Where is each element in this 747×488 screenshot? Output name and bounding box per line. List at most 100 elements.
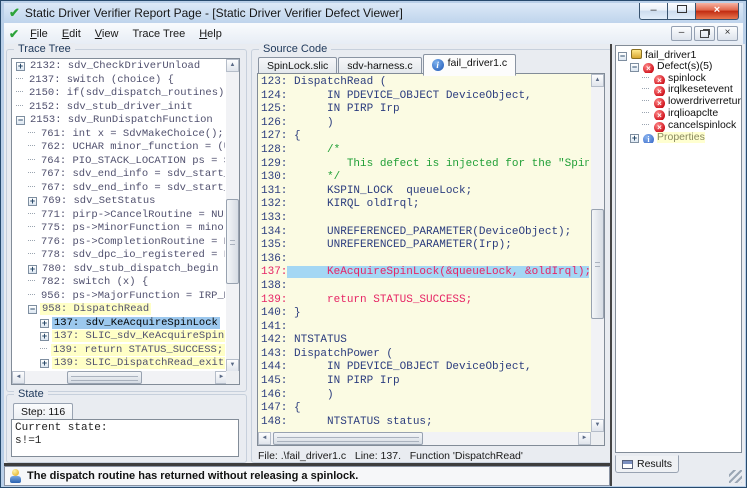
trace-tree-item[interactable]: +137: sdv_KeAcquireSpinLock (13, 316, 225, 331)
code-line: 135: UNREFERENCED_PARAMETER(Irp); (261, 239, 589, 253)
trace-tree-item[interactable]: +780: sdv_stub_dispatch_begin (13, 263, 225, 277)
tree-connector-icon (642, 111, 649, 113)
trace-vertical-scrollbar[interactable]: ▲ ▼ (226, 59, 239, 372)
trace-tree-item-label: 137: sdv_KeAcquireSpinLock (52, 316, 220, 329)
tree-connector-icon (28, 212, 35, 214)
expand-icon[interactable]: + (40, 359, 49, 368)
trace-tree-item[interactable]: +769: sdv_SetStatus (13, 195, 225, 209)
trace-tree-item[interactable]: 762: UCHAR minor_function = (U (13, 141, 225, 155)
trace-tree-item[interactable]: 2150: if(sdv_dispatch_routines) (13, 87, 225, 101)
code-line: 138: (261, 280, 589, 294)
results-icon (622, 459, 633, 469)
trace-tree-item[interactable]: 776: ps->CompletionRoutine = N (13, 236, 225, 250)
menu-file[interactable]: File (23, 25, 55, 43)
results-tab[interactable]: Results (615, 455, 680, 473)
trace-tree-item[interactable]: 761: int x = SdvMakeChoice(); (13, 128, 225, 142)
expand-icon[interactable]: + (630, 133, 639, 143)
trace-tree-item[interactable]: +137: SLIC_sdv_KeAcquireSpinL (13, 330, 225, 344)
menu-view[interactable]: View (88, 25, 126, 43)
trace-tree-item[interactable]: 2152: sdv_stub_driver_init (13, 101, 225, 115)
expand-icon[interactable]: + (28, 264, 37, 274)
tree-connector-icon (28, 226, 35, 227)
scroll-left-icon[interactable]: ◄ (12, 371, 25, 384)
mdi-close-button[interactable]: × (717, 26, 738, 41)
step-tab[interactable]: Step: 116 (13, 403, 74, 420)
defect-icon: × (654, 74, 665, 85)
scroll-right-icon[interactable]: ► (578, 432, 591, 445)
app-icon: ✔ (9, 5, 20, 20)
scrollbar-thumb[interactable] (273, 432, 423, 445)
scrollbar-thumb[interactable] (67, 371, 142, 384)
status-bar: The dispatch routine has returned withou… (4, 466, 610, 486)
close-button[interactable]: × (695, 3, 739, 20)
defect-tree-item[interactable]: − × Defect(s)(5) (616, 61, 741, 73)
expand-icon[interactable]: + (40, 332, 49, 341)
defect-item-label: Defect(s)(5) (657, 60, 713, 72)
scroll-up-icon[interactable]: ▲ (226, 59, 239, 72)
trace-tree-item[interactable]: 767: sdv_end_info = sdv_start_ (13, 182, 225, 196)
trace-tree-item[interactable]: 771: pirp->CancelRoutine = NUL (13, 209, 225, 223)
collapse-icon[interactable]: − (630, 62, 639, 72)
defect-tree-item[interactable]: × irqlkesetevent (616, 84, 741, 97)
menu-trace-tree[interactable]: Trace Tree (125, 25, 192, 43)
tree-connector-icon (16, 104, 23, 106)
window-controls: – × (639, 3, 739, 20)
code-horizontal-scrollbar[interactable]: ◄ ► (258, 432, 591, 445)
mdi-restore-button[interactable] (694, 26, 715, 41)
defect-tree-item[interactable]: − fail_driver1 (616, 49, 741, 61)
menu-edit[interactable]: Edit (55, 25, 88, 43)
scrollbar-thumb[interactable] (591, 209, 604, 319)
menu-bar: ✔ File Edit View Trace Tree Help – × (4, 23, 743, 45)
tab-label: SpinLock.slic (267, 60, 329, 72)
defect-tree-item[interactable]: + i Properties (616, 131, 741, 144)
trace-tree-item[interactable]: −2153: sdv_RunDispatchFunction (13, 114, 225, 128)
defect-tree-item[interactable]: × cancelspinlock (616, 120, 741, 132)
trace-tree-item[interactable]: 764: PIO_STACK_LOCATION ps = S (13, 155, 225, 169)
trace-tree-item[interactable]: 778: sdv_dpc_io_registered = F (13, 249, 225, 263)
scroll-left-icon[interactable]: ◄ (258, 432, 271, 445)
code-vertical-scrollbar[interactable]: ▲ ▼ (591, 74, 604, 432)
defect-tree-item[interactable]: × spinlock (616, 73, 741, 85)
trace-tree-item[interactable]: −958: DispatchRead (13, 303, 225, 317)
trace-tree-item[interactable]: +2132: sdv_CheckDriverUnload (13, 60, 225, 74)
code-line: 127: { (261, 130, 589, 144)
code-line: 134: UNREFERENCED_PARAMETER(DeviceObject… (261, 226, 589, 240)
expand-icon[interactable]: + (28, 197, 37, 206)
menu-help[interactable]: Help (192, 25, 229, 43)
title-bar[interactable]: ✔ Static Driver Verifier Report Page - [… (4, 3, 743, 23)
state-line: Current state: (15, 422, 108, 434)
defect-item-label: Properties (657, 131, 705, 143)
expand-icon[interactable]: + (16, 62, 25, 71)
trace-tree-item[interactable]: 2137: switch (choice) { (13, 74, 225, 88)
trace-tree-item[interactable]: 767: sdv_end_info = sdv_start_ (13, 168, 225, 182)
scroll-up-icon[interactable]: ▲ (591, 74, 604, 87)
code-line-number: 130: (261, 171, 288, 184)
collapse-icon[interactable]: − (618, 52, 627, 61)
code-line-number: 124: (261, 89, 288, 102)
mdi-minimize-button[interactable]: – (671, 26, 692, 41)
trace-tree-item[interactable]: 782: switch (x) { (13, 276, 225, 290)
trace-tree-item[interactable]: 139: return STATUS_SUCCESS; (13, 343, 225, 358)
source-code-box: 123: DispatchRead (124: IN PDEVICE_OBJEC… (257, 73, 605, 446)
tab-fail-driver1-c[interactable]: i fail_driver1.c (422, 54, 517, 76)
expand-icon[interactable]: + (40, 318, 49, 328)
trace-tree-item[interactable]: +139: SLIC_DispatchRead_exit (13, 357, 225, 370)
resize-grip[interactable] (729, 470, 742, 483)
scrollbar-thumb[interactable] (226, 199, 239, 284)
code-line: 146: ) (261, 389, 589, 403)
collapse-icon[interactable]: − (28, 305, 37, 314)
defect-tree-item[interactable]: × irqlioapclte (616, 108, 741, 120)
code-line: 130: */ (261, 171, 589, 185)
code-line-number: 145: (261, 375, 288, 388)
defect-tree-item[interactable]: × lowerdriverreturn (616, 96, 741, 108)
collapse-icon[interactable]: − (16, 116, 25, 125)
minimize-button[interactable]: – (639, 3, 668, 20)
scroll-down-icon[interactable]: ▼ (591, 419, 604, 432)
code-line-number: 136: (261, 252, 288, 265)
trace-tree-item-label: 2153: sdv_RunDispatchFunction (30, 114, 213, 126)
trace-horizontal-scrollbar[interactable]: ◄ ► (12, 371, 228, 384)
trace-tree-item[interactable]: 775: ps->MinorFunction = minor_ (13, 222, 225, 236)
maximize-button[interactable] (668, 3, 695, 20)
tree-connector-icon (28, 253, 35, 254)
trace-tree-item[interactable]: 956: ps->MajorFunction = IRP_M (13, 290, 225, 304)
